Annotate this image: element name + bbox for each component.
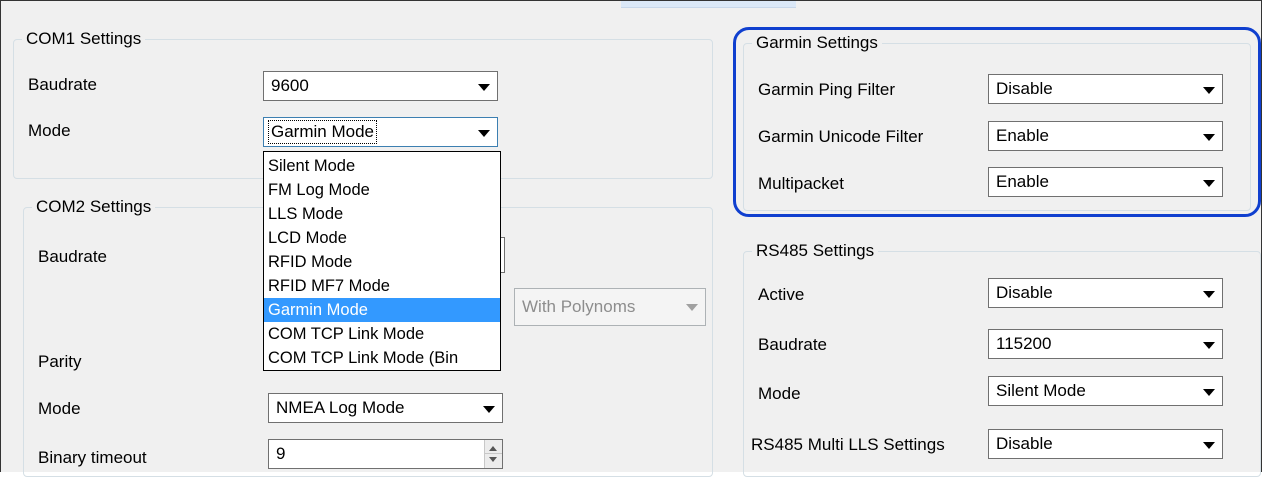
com2-baudrate-label: Baudrate xyxy=(38,247,107,266)
com1-mode-value: Garmin Mode xyxy=(268,120,377,144)
com1-mode-label: Mode xyxy=(28,121,71,140)
chevron-down-icon xyxy=(483,406,495,413)
com1-settings-title: COM1 Settings xyxy=(22,29,146,49)
com2-mode-value: NMEA Log Mode xyxy=(276,398,405,417)
rs485-multi-lls-select[interactable]: Disable xyxy=(988,429,1223,459)
rs485-baudrate-select[interactable]: 115200 xyxy=(988,329,1223,359)
dropdown-option[interactable]: LLS Mode xyxy=(264,202,500,226)
chevron-down-icon xyxy=(1203,389,1215,396)
chevron-down-icon xyxy=(478,84,490,91)
stepper-buttons[interactable] xyxy=(484,440,502,468)
chevron-down-icon xyxy=(1203,291,1215,298)
rs485-active-select[interactable]: Disable xyxy=(988,278,1223,308)
com1-mode-dropdown-list: Silent Mode FM Log Mode LLS Mode LCD Mod… xyxy=(263,151,501,371)
rs485-active-value: Disable xyxy=(996,283,1053,302)
chevron-down-icon xyxy=(1203,342,1215,349)
rs485-baudrate-label: Baudrate xyxy=(758,335,827,354)
com2-binary-timeout-label: Binary timeout xyxy=(38,448,147,467)
tab-strip-remnant xyxy=(621,1,796,8)
com1-baudrate-value: 9600 xyxy=(271,76,309,95)
dropdown-option-selected[interactable]: Garmin Mode xyxy=(264,298,500,322)
com1-baudrate-select[interactable]: 9600 xyxy=(263,71,498,101)
com1-mode-select[interactable]: Garmin Mode xyxy=(263,117,498,147)
chevron-down-icon xyxy=(478,130,490,137)
com2-settings-title: COM2 Settings xyxy=(32,197,156,217)
dropdown-option[interactable]: COM TCP Link Mode xyxy=(264,322,500,346)
com2-polynoms-value: With Polynoms xyxy=(522,297,636,316)
rs485-mode-label: Mode xyxy=(758,384,801,403)
chevron-down-icon xyxy=(1203,442,1215,449)
settings-window: COM1 Settings Baudrate 9600 Mode Garmin … xyxy=(0,0,1262,477)
rs485-multi-lls-label: RS485 Multi LLS Settings xyxy=(751,435,945,454)
com2-mode-select[interactable]: NMEA Log Mode xyxy=(268,393,503,423)
dropdown-option[interactable]: RFID Mode xyxy=(264,250,500,274)
rs485-mode-value: Silent Mode xyxy=(996,381,1086,400)
dropdown-option[interactable]: COM TCP Link Mode (Bin xyxy=(264,346,500,370)
rs485-baudrate-value: 115200 xyxy=(996,334,1052,353)
garmin-highlight-annotation xyxy=(733,27,1261,217)
spin-up-icon xyxy=(489,446,497,451)
rs485-mode-select[interactable]: Silent Mode xyxy=(988,376,1223,406)
dropdown-option[interactable]: FM Log Mode xyxy=(264,178,500,202)
binary-timeout-stepper[interactable]: 9 xyxy=(268,439,503,469)
chevron-down-icon xyxy=(686,304,698,311)
rs485-active-label: Active xyxy=(758,285,805,304)
dropdown-option[interactable]: RFID MF7 Mode xyxy=(264,274,500,298)
stepper-divider xyxy=(485,453,502,454)
com2-parity-label: Parity xyxy=(38,352,82,371)
binary-timeout-value: 9 xyxy=(276,444,286,463)
dropdown-option[interactable]: LCD Mode xyxy=(264,226,500,250)
rs485-settings-title: RS485 Settings xyxy=(752,241,879,261)
dropdown-option[interactable]: Silent Mode xyxy=(264,154,500,178)
rs485-multi-lls-value: Disable xyxy=(996,434,1053,453)
spin-down-icon xyxy=(489,457,497,462)
com1-baudrate-label: Baudrate xyxy=(28,75,97,94)
com2-mode-label: Mode xyxy=(38,399,81,418)
com2-polynoms-select[interactable]: With Polynoms xyxy=(514,288,706,326)
